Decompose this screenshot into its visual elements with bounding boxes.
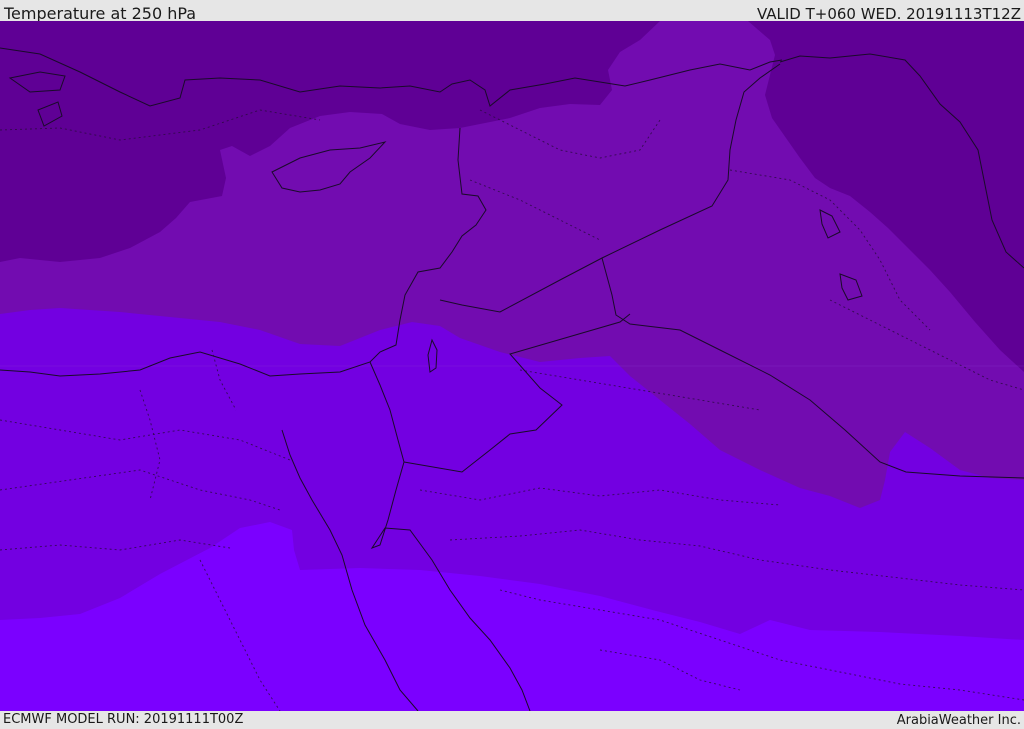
map-canvas	[0, 21, 1024, 711]
header-bar: Temperature at 250 hPa VALID T+060 WED. …	[0, 0, 1024, 23]
weather-map[interactable]	[0, 21, 1024, 711]
footer-bar: ECMWF MODEL RUN: 20191111T00Z ArabiaWeat…	[0, 711, 1024, 729]
model-run-label: ECMWF MODEL RUN: 20191111T00Z	[3, 712, 244, 727]
credit-label: ArabiaWeather Inc.	[896, 713, 1021, 728]
